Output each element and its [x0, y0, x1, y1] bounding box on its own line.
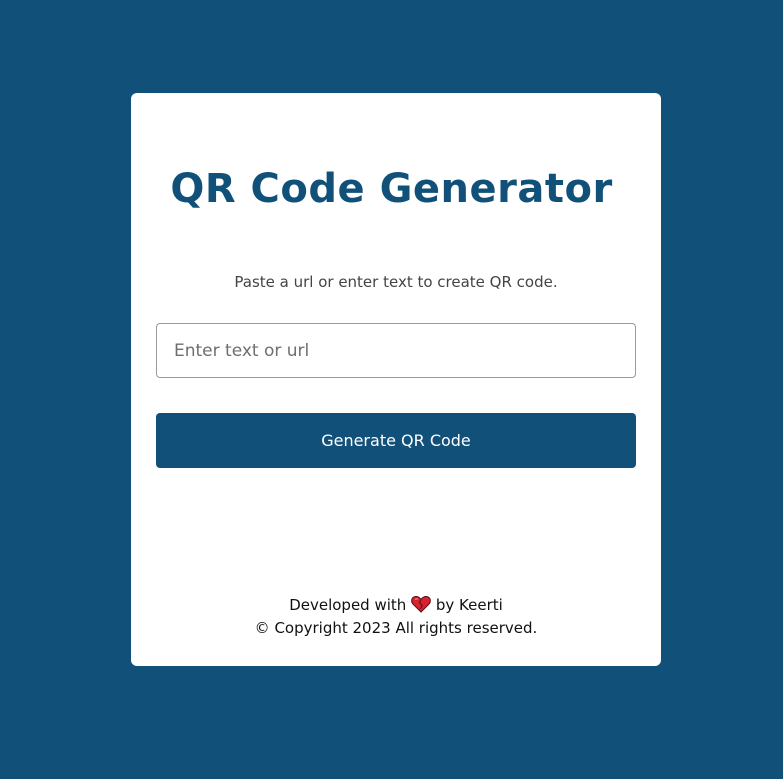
page-subtitle: Paste a url or enter text to create QR c…	[234, 273, 558, 291]
footer: Developed with by Keerti © Copyright 202…	[131, 594, 661, 640]
page-title: QR Code Generator	[170, 166, 613, 212]
copyright-text: © Copyright 2023 All rights reserved.	[254, 619, 538, 637]
developed-by-line: Developed with by Keerti	[131, 594, 661, 617]
developed-prefix: Developed with	[289, 596, 407, 614]
developed-suffix: by Keerti	[435, 596, 503, 614]
heart-icon	[411, 596, 431, 613]
generate-qr-button[interactable]: Generate QR Code	[156, 413, 636, 468]
text-url-input[interactable]	[156, 323, 636, 378]
